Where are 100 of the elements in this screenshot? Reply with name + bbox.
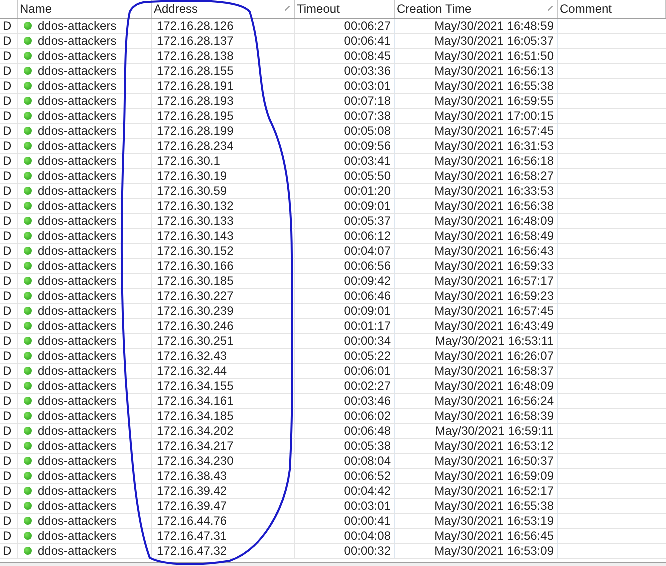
timeout-cell: 00:01:17 <box>344 319 391 333</box>
address-cell: 172.16.28.234 <box>157 139 234 153</box>
timeout-cell: 00:04:42 <box>344 484 391 498</box>
address-cell: 172.16.30.152 <box>157 244 234 258</box>
flag-cell: D <box>3 319 12 333</box>
creation-time-cell: May/30/2021 16:48:59 <box>434 19 554 33</box>
address-cell: 172.16.30.246 <box>157 319 234 333</box>
timeout-cell: 00:04:08 <box>344 529 391 543</box>
timeout-cell: 00:06:27 <box>344 19 391 33</box>
column-header[interactable]: Timeout <box>295 0 395 18</box>
name-cell: ddos-attackers <box>38 49 117 63</box>
timeout-cell: 00:00:32 <box>344 544 391 558</box>
address-cell: 172.16.30.239 <box>157 304 234 318</box>
name-cell: ddos-attackers <box>38 139 117 153</box>
creation-time-cell: May/30/2021 16:58:37 <box>434 364 554 378</box>
timeout-cell: 00:06:56 <box>344 259 391 273</box>
creation-time-cell: May/30/2021 16:26:07 <box>434 349 554 363</box>
address-cell: 172.16.47.32 <box>157 544 228 558</box>
creation-time-cell: May/30/2021 16:56:13 <box>434 64 554 78</box>
timeout-cell: 00:05:50 <box>344 169 391 183</box>
flag-cell: D <box>3 379 12 393</box>
name-cell: ddos-attackers <box>38 529 117 543</box>
column-header[interactable]: Address <box>152 0 295 18</box>
creation-time-cell: May/30/2021 16:55:38 <box>434 79 554 93</box>
address-cell: 172.16.30.59 <box>157 184 228 198</box>
address-cell: 172.16.47.31 <box>157 529 228 543</box>
creation-time-cell: May/30/2021 16:53:19 <box>434 514 554 528</box>
flag-cell: D <box>3 259 12 273</box>
name-cell: ddos-attackers <box>38 124 117 138</box>
address-cell: 172.16.34.155 <box>157 379 234 393</box>
flag-cell: D <box>3 409 12 423</box>
creation-time-cell: May/30/2021 16:59:23 <box>434 289 554 303</box>
timeout-cell: 00:06:41 <box>344 34 391 48</box>
name-cell: ddos-attackers <box>38 34 117 48</box>
flag-cell: D <box>3 139 12 153</box>
creation-time-cell: May/30/2021 16:05:37 <box>434 34 554 48</box>
column-header[interactable]: Comment <box>558 0 666 18</box>
creation-time-cell: May/30/2021 16:53:09 <box>434 544 554 558</box>
address-cell: 172.16.28.137 <box>157 34 234 48</box>
timeout-cell: 00:06:46 <box>344 289 391 303</box>
address-cell: 172.16.28.193 <box>157 94 234 108</box>
creation-time-cell: May/30/2021 16:56:38 <box>434 199 554 213</box>
creation-time-cell: May/30/2021 16:48:09 <box>434 214 554 228</box>
flag-cell: D <box>3 154 12 168</box>
flag-cell: D <box>3 79 12 93</box>
timeout-cell: 00:01:20 <box>344 184 391 198</box>
timeout-cell: 00:03:46 <box>344 394 391 408</box>
timeout-cell: 00:09:56 <box>344 139 391 153</box>
address-cell: 172.16.39.47 <box>157 499 228 513</box>
timeout-cell: 00:00:34 <box>344 334 391 348</box>
flag-cell: D <box>3 184 12 198</box>
name-cell: ddos-attackers <box>38 304 117 318</box>
name-cell: ddos-attackers <box>38 289 117 303</box>
flag-cell: D <box>3 484 12 498</box>
creation-time-cell: May/30/2021 16:59:33 <box>434 259 554 273</box>
address-cell: 172.16.30.251 <box>157 334 234 348</box>
address-cell: 172.16.30.166 <box>157 259 234 273</box>
timeout-cell: 00:07:18 <box>344 94 391 108</box>
creation-time-cell: May/30/2021 16:51:50 <box>434 49 554 63</box>
flag-cell: D <box>3 349 12 363</box>
flag-cell: D <box>3 229 12 243</box>
column-header[interactable]: Creation Time <box>395 0 558 18</box>
timeout-cell: 00:09:01 <box>344 304 391 318</box>
name-cell: ddos-attackers <box>38 19 117 33</box>
name-cell: ddos-attackers <box>38 319 117 333</box>
timeout-cell: 00:02:27 <box>344 379 391 393</box>
name-cell: ddos-attackers <box>38 334 117 348</box>
creation-time-cell: May/30/2021 16:48:09 <box>434 379 554 393</box>
timeout-cell: 00:03:36 <box>344 64 391 78</box>
timeout-cell: 00:06:02 <box>344 409 391 423</box>
flag-cell: D <box>3 394 12 408</box>
address-cell: 172.16.39.42 <box>157 484 228 498</box>
creation-time-cell: May/30/2021 16:56:45 <box>434 529 554 543</box>
address-cell: 172.16.30.227 <box>157 289 234 303</box>
name-cell: ddos-attackers <box>38 379 117 393</box>
flag-cell: D <box>3 19 12 33</box>
address-cell: 172.16.28.199 <box>157 124 234 138</box>
timeout-cell: 00:05:38 <box>344 439 391 453</box>
creation-time-cell: May/30/2021 16:52:17 <box>434 484 554 498</box>
name-cell: ddos-attackers <box>38 544 117 558</box>
column-header[interactable]: Name <box>18 0 152 18</box>
creation-time-cell: May/30/2021 16:59:55 <box>434 94 554 108</box>
flag-cell: D <box>3 214 12 228</box>
flag-cell: D <box>3 34 12 48</box>
timeout-cell: 00:06:12 <box>344 229 391 243</box>
timeout-cell: 00:03:01 <box>344 499 391 513</box>
flag-cell: D <box>3 199 12 213</box>
flag-cell: D <box>3 499 12 513</box>
address-cell: 172.16.28.191 <box>157 79 234 93</box>
flag-cell: D <box>3 424 12 438</box>
name-cell: ddos-attackers <box>38 349 117 363</box>
timeout-cell: 00:04:07 <box>344 244 391 258</box>
name-cell: ddos-attackers <box>38 484 117 498</box>
address-cell: 172.16.32.44 <box>157 364 228 378</box>
creation-time-cell: May/30/2021 16:50:37 <box>434 454 554 468</box>
address-cell: 172.16.44.76 <box>157 514 228 528</box>
name-cell: ddos-attackers <box>38 79 117 93</box>
flag-cell: D <box>3 244 12 258</box>
address-cell: 172.16.32.43 <box>157 349 228 363</box>
address-cell: 172.16.28.155 <box>157 64 234 78</box>
